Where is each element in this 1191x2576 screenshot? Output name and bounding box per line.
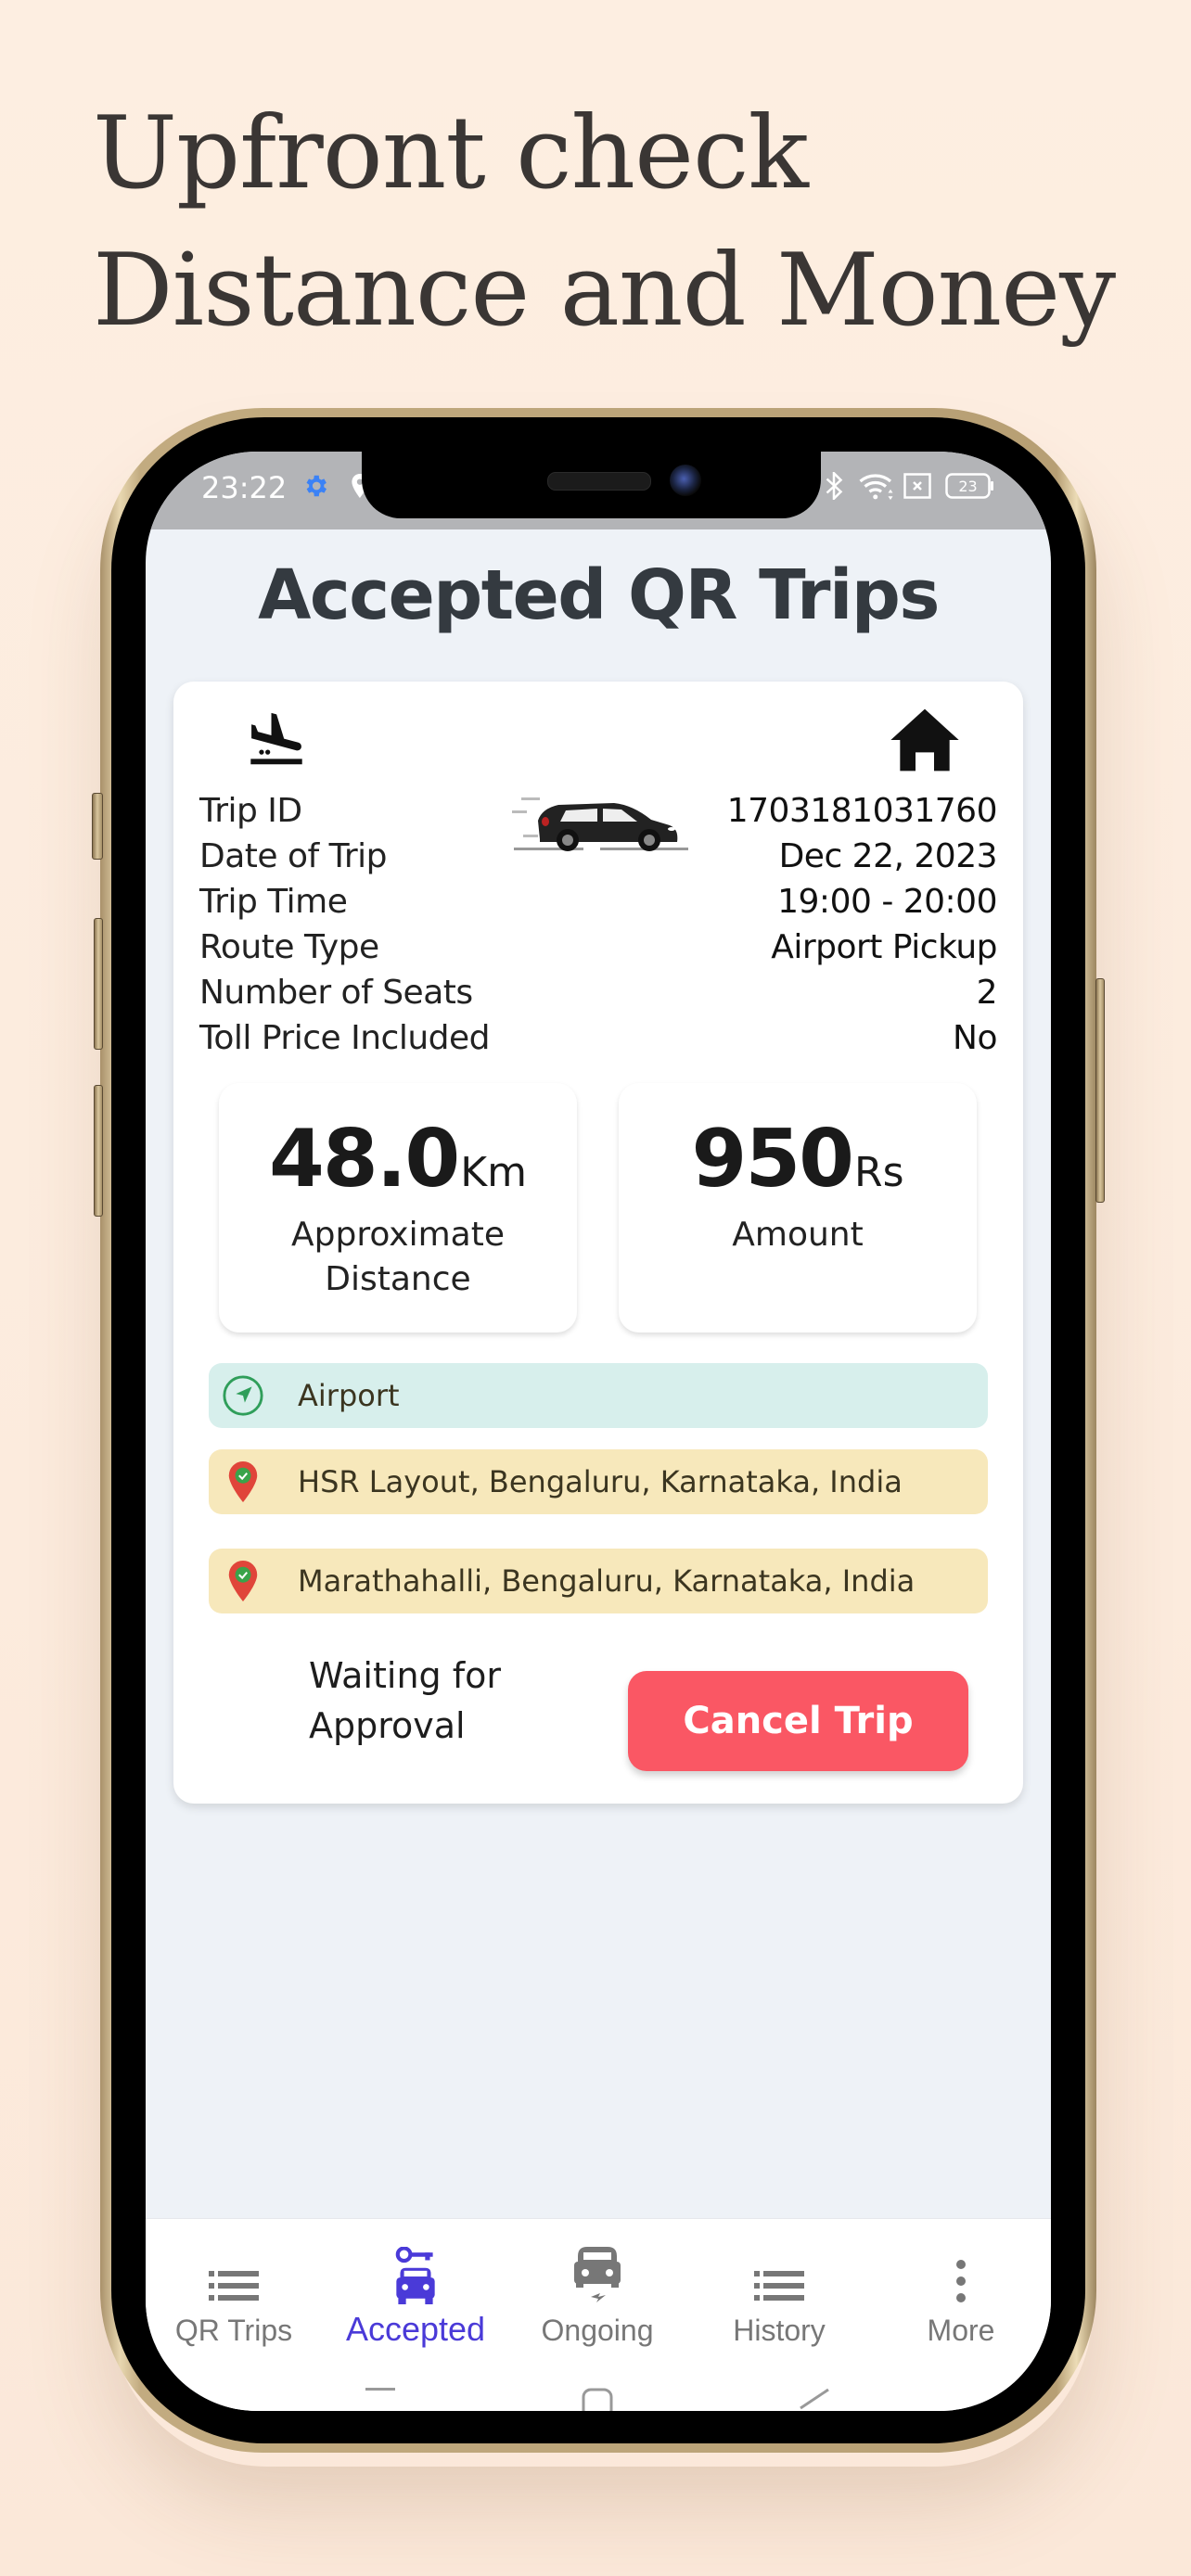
phone-screen: 23:22 23 Accepted QR Trips Trip ID 17031… — [146, 452, 1051, 2411]
amount-label: Amount — [732, 1216, 864, 1254]
location-stop-2: Marathahalli, Bengaluru, Karnataka, Indi… — [209, 1549, 988, 1613]
page-title: Accepted QR Trips — [258, 555, 940, 635]
detail-value: 2 — [976, 974, 998, 1012]
distance-value-group: 48.0Km — [219, 1113, 577, 1205]
detail-value: 19:00 - 20:00 — [777, 883, 997, 921]
detail-label: Trip Time — [199, 883, 348, 921]
amount-value: 950 — [691, 1113, 854, 1205]
detail-row-time: Trip Time 19:00 - 20:00 — [199, 879, 997, 925]
list-icon — [691, 2239, 867, 2304]
system-recents-button[interactable] — [364, 2386, 397, 2411]
location-stop-1: HSR Layout, Bengaluru, Karnataka, India — [209, 1449, 988, 1514]
detail-value: Airport Pickup — [771, 928, 997, 966]
volume-up-button — [94, 918, 103, 1050]
map-pin-icon — [220, 1459, 266, 1505]
location-origin: Airport — [209, 1363, 988, 1428]
nav-item-history[interactable]: History — [691, 2239, 867, 2348]
detail-row-date: Date of Trip Dec 22, 2023 — [199, 834, 998, 879]
amount-value-group: 950Rs — [619, 1113, 977, 1205]
nav-item-qr-trips[interactable]: QR Trips — [146, 2239, 322, 2348]
volume-down-button — [94, 1085, 103, 1217]
detail-label: Number of Seats — [199, 974, 473, 1012]
detail-value: 1703181031760 — [726, 792, 998, 830]
status-bar: 23:22 23 — [146, 452, 1051, 529]
bottom-navigation: QR Trips Accepted Ongoing History More — [146, 2218, 1051, 2411]
nav-label: QR Trips — [174, 2314, 293, 2347]
distance-label: Approximate Distance — [291, 1216, 505, 1298]
detail-row-trip-id: Trip ID 1703181031760 — [199, 788, 998, 834]
nav-item-accepted[interactable]: Accepted — [327, 2239, 504, 2349]
no-sim-icon — [903, 472, 931, 500]
distance-value: 48.0 — [269, 1113, 460, 1205]
front-camera — [670, 465, 701, 496]
more-vertical-icon — [873, 2239, 1049, 2304]
airplane-landing-icon — [235, 708, 318, 777]
nav-label: Accepted — [345, 2310, 486, 2348]
detail-value: Dec 22, 2023 — [778, 837, 998, 875]
detail-value: No — [953, 1019, 997, 1057]
list-icon — [146, 2239, 322, 2304]
wifi-icon — [858, 472, 895, 500]
detail-label: Trip ID — [199, 792, 302, 830]
distance-stat: 48.0Km Approximate Distance — [219, 1083, 577, 1333]
detail-label: Route Type — [199, 928, 379, 966]
camera-notch — [362, 452, 821, 518]
power-button — [1095, 978, 1105, 1203]
promo-headline-line1: Upfront check — [93, 96, 809, 211]
amount-unit: Rs — [854, 1149, 904, 1196]
nav-item-more[interactable]: More — [873, 2239, 1049, 2348]
status-time: 23:22 — [201, 470, 288, 505]
detail-label: Date of Trip — [199, 837, 387, 875]
nav-label: Ongoing — [541, 2314, 654, 2347]
location-text: Marathahalli, Bengaluru, Karnataka, Indi… — [298, 1563, 916, 1599]
detail-label: Toll Price Included — [199, 1019, 491, 1057]
earpiece-speaker — [547, 472, 651, 491]
detail-row-seats: Number of Seats 2 — [199, 970, 998, 1015]
approval-status: Waiting for Approval — [309, 1651, 501, 1751]
car-key-icon — [327, 2239, 504, 2304]
nav-label: History — [733, 2314, 826, 2347]
home-icon — [888, 705, 962, 780]
system-home-button[interactable] — [580, 2388, 617, 2411]
cancel-trip-button[interactable]: Cancel Trip — [628, 1671, 968, 1771]
battery-level: 23 — [958, 478, 977, 495]
bluetooth-icon — [825, 472, 843, 500]
nav-label: More — [927, 2314, 995, 2347]
map-pin-icon — [220, 1558, 266, 1604]
trip-card: Trip ID 1703181031760 Date of Trip Dec 2… — [173, 682, 1023, 1804]
detail-row-toll: Toll Price Included No — [199, 1015, 997, 1061]
promo-headline-line2: Distance and Money — [93, 233, 1116, 349]
system-back-button[interactable] — [795, 2388, 832, 2411]
settings-icon — [301, 472, 329, 500]
approval-status-line2: Approval — [309, 1705, 466, 1746]
detail-row-route-type: Route Type Airport Pickup — [199, 925, 997, 970]
amount-stat: 950Rs Amount — [619, 1083, 977, 1333]
trip-details: Trip ID 1703181031760 Date of Trip Dec 2… — [199, 788, 998, 1061]
navigation-arrow-icon — [220, 1372, 266, 1419]
location-text: HSR Layout, Bengaluru, Karnataka, India — [298, 1464, 903, 1499]
approval-status-line1: Waiting for — [309, 1655, 501, 1696]
promo-headline: Upfront check Distance and Money — [93, 85, 1116, 360]
battery-icon: 23 — [945, 472, 995, 500]
nav-item-ongoing[interactable]: Ongoing — [509, 2239, 685, 2348]
car-moving-icon — [509, 2239, 685, 2304]
silent-switch — [92, 793, 103, 860]
distance-unit: Km — [460, 1149, 527, 1196]
location-text: Airport — [298, 1378, 400, 1413]
